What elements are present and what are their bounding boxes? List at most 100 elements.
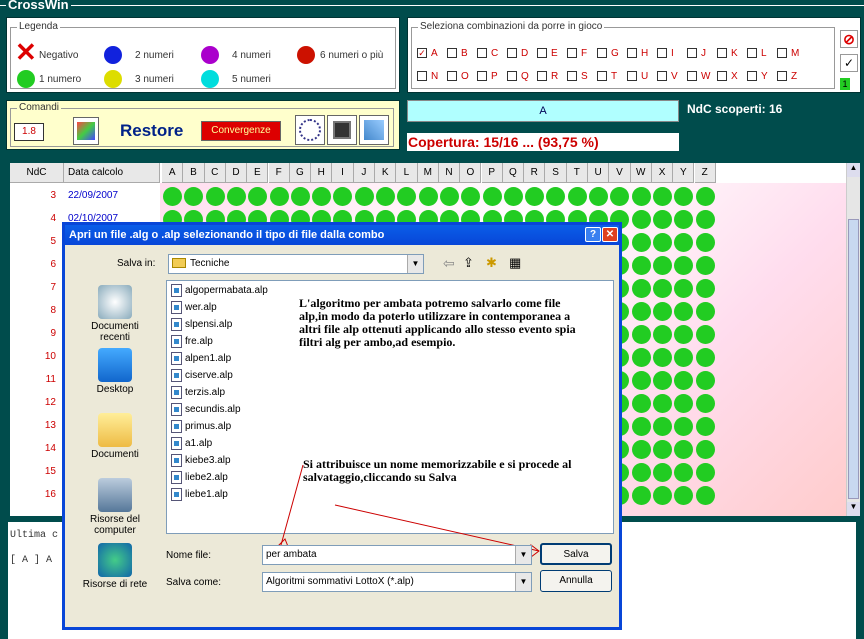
header-letter[interactable]: P	[481, 163, 503, 183]
header-letter[interactable]: V	[609, 163, 631, 183]
grid-cell[interactable]	[631, 302, 651, 321]
grid-cell[interactable]	[695, 325, 715, 344]
combination-l[interactable]: L	[747, 48, 777, 59]
grid-cell[interactable]	[652, 279, 672, 298]
checkbox-l[interactable]	[747, 48, 757, 59]
checkbox-m[interactable]	[777, 48, 787, 59]
combination-q[interactable]: Q	[507, 71, 537, 82]
grid-cell[interactable]	[674, 256, 694, 275]
header-letter[interactable]: B	[183, 163, 205, 183]
grid-cell[interactable]	[674, 486, 694, 505]
grid-cell[interactable]	[631, 486, 651, 505]
combination-p[interactable]: P	[477, 71, 507, 82]
header-letter[interactable]: E	[247, 163, 269, 183]
grid-cell[interactable]	[376, 187, 395, 206]
header-letter[interactable]: T	[566, 163, 588, 183]
grid-cell[interactable]	[418, 187, 438, 206]
combination-r[interactable]: R	[537, 71, 567, 82]
combination-e[interactable]: E	[537, 48, 567, 59]
grid-cell[interactable]	[439, 187, 459, 206]
grid-cell[interactable]	[354, 187, 374, 206]
header-letter[interactable]: G	[289, 163, 312, 183]
grid-cell[interactable]	[674, 187, 694, 206]
header-letter[interactable]: C	[204, 163, 226, 183]
grid-cell[interactable]	[652, 256, 672, 275]
scroll-up-icon[interactable]: ▲	[847, 163, 860, 177]
grid-cell[interactable]	[631, 325, 651, 344]
check-all-icon[interactable]: ✓	[840, 54, 858, 72]
combination-i[interactable]: I	[657, 48, 687, 59]
grid-cell[interactable]	[397, 187, 417, 206]
combination-b[interactable]: B	[447, 48, 477, 59]
header-letter[interactable]: N	[438, 163, 461, 183]
combination-u[interactable]: U	[627, 71, 657, 82]
header-letter[interactable]: D	[225, 163, 248, 183]
grid-cell[interactable]	[269, 187, 289, 206]
grid-cell[interactable]	[674, 463, 694, 482]
grid-cell[interactable]	[652, 302, 672, 321]
grid-cell[interactable]	[248, 187, 268, 206]
cancel-button[interactable]: Annulla	[540, 570, 612, 592]
grid-cell[interactable]	[695, 486, 715, 505]
header-letter[interactable]: J	[353, 163, 375, 183]
scroll-down-icon[interactable]: ▼	[847, 502, 860, 516]
combination-c[interactable]: C	[477, 48, 507, 59]
combination-y[interactable]: Y	[747, 71, 777, 82]
combination-w[interactable]: W	[687, 71, 717, 82]
checkbox-s[interactable]	[567, 71, 577, 82]
checkbox-w[interactable]	[687, 71, 697, 82]
grid-scrollbar[interactable]: ▲ ▼	[846, 163, 860, 516]
checkbox-k[interactable]	[717, 48, 727, 59]
combination-f[interactable]: F	[567, 48, 597, 59]
grid-cell[interactable]	[631, 394, 651, 413]
combination-m[interactable]: M	[777, 48, 807, 59]
grid-cell[interactable]	[695, 440, 715, 459]
grid-cell[interactable]	[674, 394, 694, 413]
grid-cell[interactable]	[631, 256, 651, 275]
grid-cell[interactable]	[205, 187, 225, 206]
grid-cell[interactable]	[226, 187, 246, 206]
grid-cell[interactable]	[695, 371, 715, 390]
header-ndc[interactable]: NdC	[10, 163, 64, 183]
grid-cell[interactable]	[652, 486, 672, 505]
grid-cell[interactable]	[695, 256, 715, 275]
header-letter[interactable]: Z	[694, 163, 716, 183]
grid-cell[interactable]	[674, 371, 694, 390]
grid-cell[interactable]	[695, 210, 715, 229]
combination-v[interactable]: V	[657, 71, 687, 82]
grid-cell[interactable]	[652, 463, 672, 482]
grid-cell[interactable]	[674, 302, 694, 321]
grid-cell[interactable]	[652, 210, 672, 229]
grid-cell[interactable]	[674, 210, 694, 229]
grid-cell[interactable]	[652, 440, 672, 459]
header-letter[interactable]: K	[375, 163, 397, 183]
header-letter[interactable]: H	[311, 163, 333, 183]
grid-cell[interactable]	[482, 187, 502, 206]
checkbox-e[interactable]	[537, 48, 547, 59]
chart-button[interactable]	[73, 117, 99, 145]
grid-cell[interactable]	[312, 187, 332, 206]
file-type-select[interactable]: Algoritmi sommativi LottoX (*.alp) ▼	[262, 572, 532, 592]
header-letter[interactable]: Q	[502, 163, 525, 183]
grid-cell[interactable]	[652, 325, 672, 344]
grid-cell[interactable]	[674, 348, 694, 367]
table-row[interactable]: 3 22/09/2007	[10, 185, 846, 208]
checkbox-t[interactable]	[597, 71, 607, 82]
grid-cell[interactable]	[652, 417, 672, 436]
checkbox-j[interactable]	[687, 48, 697, 59]
combination-t[interactable]: T	[597, 71, 627, 82]
grid-cell[interactable]	[674, 279, 694, 298]
grid-cell[interactable]	[631, 371, 651, 390]
combination-x[interactable]: X	[717, 71, 747, 82]
grid-cell[interactable]	[674, 440, 694, 459]
grid-cell[interactable]	[652, 394, 672, 413]
grid-cell[interactable]	[695, 302, 715, 321]
grid-cell[interactable]	[631, 440, 651, 459]
grid-cell[interactable]	[631, 348, 651, 367]
checkbox-g[interactable]	[597, 48, 607, 59]
checkbox-o[interactable]	[447, 71, 457, 82]
checkbox-y[interactable]	[747, 71, 757, 82]
grid-cell[interactable]	[631, 187, 651, 206]
checkbox-b[interactable]	[447, 48, 457, 59]
grid-cell[interactable]	[163, 187, 182, 206]
